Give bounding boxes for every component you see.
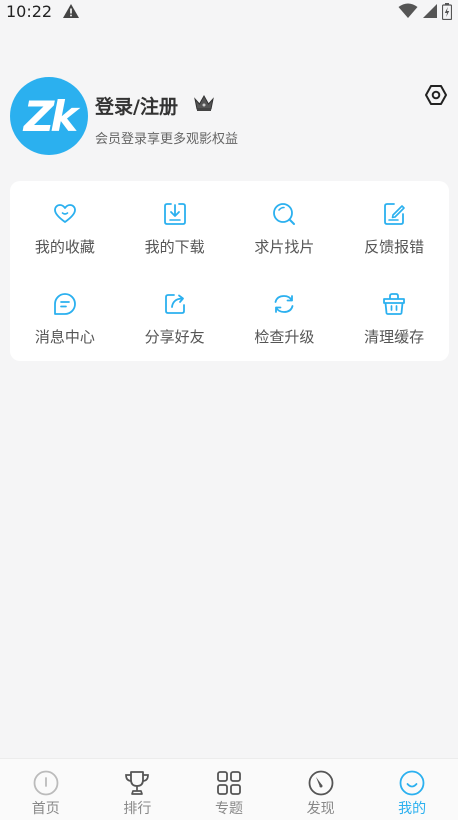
basket-icon [381,291,407,317]
nav-label: 发现 [306,801,335,817]
login-subtitle: 会员登录享更多观影权益 [95,132,239,147]
heart-icon [52,201,78,227]
nav-label: 首页 [31,801,60,817]
grid-item-check-update[interactable]: 检查升级 [230,271,340,361]
compass-icon [307,769,335,797]
grid-item-messages[interactable]: 消息中心 [10,271,120,361]
battery-icon [442,2,452,20]
wifi-icon [398,3,418,19]
share-icon [162,291,188,317]
grid-label: 消息中心 [34,328,95,346]
bottom-nav: 首页 排行 专题 发现 我的 [0,758,458,820]
nav-item-topics[interactable]: 专题 [183,759,275,820]
nav-label: 我的 [398,801,427,817]
status-time: 10:22 [6,1,53,21]
grid-item-downloads[interactable]: 我的下载 [120,181,230,271]
grid-label: 清理缓存 [364,328,425,346]
avatar-logo-text: Zk [23,91,78,141]
profile-header: Zk 登录/注册 会员登录享更多观影权益 [10,77,448,155]
gear-icon [424,83,448,111]
warning-icon [62,3,80,19]
trophy-icon [123,769,151,797]
grid-label: 分享好友 [144,328,205,346]
nav-item-mine[interactable]: 我的 [366,759,458,820]
grid-label: 检查升级 [254,328,315,346]
nav-label: 排行 [123,801,152,817]
signal-icon [422,3,438,19]
crown-icon [193,94,215,116]
refresh-icon [271,291,297,317]
grid-item-feedback[interactable]: 反馈报错 [339,181,449,271]
nav-label: 专题 [214,801,243,817]
download-icon [162,201,188,227]
grid-icon [215,769,243,797]
grid-label: 我的下载 [144,238,205,256]
avatar[interactable]: Zk [10,77,88,155]
grid-label: 求片找片 [254,238,315,256]
message-icon [52,291,78,317]
function-grid-card: 我的收藏 我的下载 求片找片 反馈报错 消息中心 分享好友 检查升级 清理缓存 [10,181,449,361]
grid-label: 我的收藏 [34,238,95,256]
home-icon [32,769,60,797]
smile-icon [398,769,426,797]
grid-item-request[interactable]: 求片找片 [230,181,340,271]
grid-item-favorites[interactable]: 我的收藏 [10,181,120,271]
grid-item-share[interactable]: 分享好友 [120,271,230,361]
status-bar: 10:22 [0,0,458,22]
edit-icon [381,201,407,227]
grid-label: 反馈报错 [364,238,425,256]
settings-button[interactable] [424,85,448,109]
login-register-link[interactable]: 登录/注册 [95,92,178,119]
grid-item-clear-cache[interactable]: 清理缓存 [339,271,449,361]
search-icon [271,201,297,227]
nav-item-home[interactable]: 首页 [0,759,92,820]
nav-item-ranking[interactable]: 排行 [92,759,184,820]
nav-item-discover[interactable]: 发现 [275,759,367,820]
